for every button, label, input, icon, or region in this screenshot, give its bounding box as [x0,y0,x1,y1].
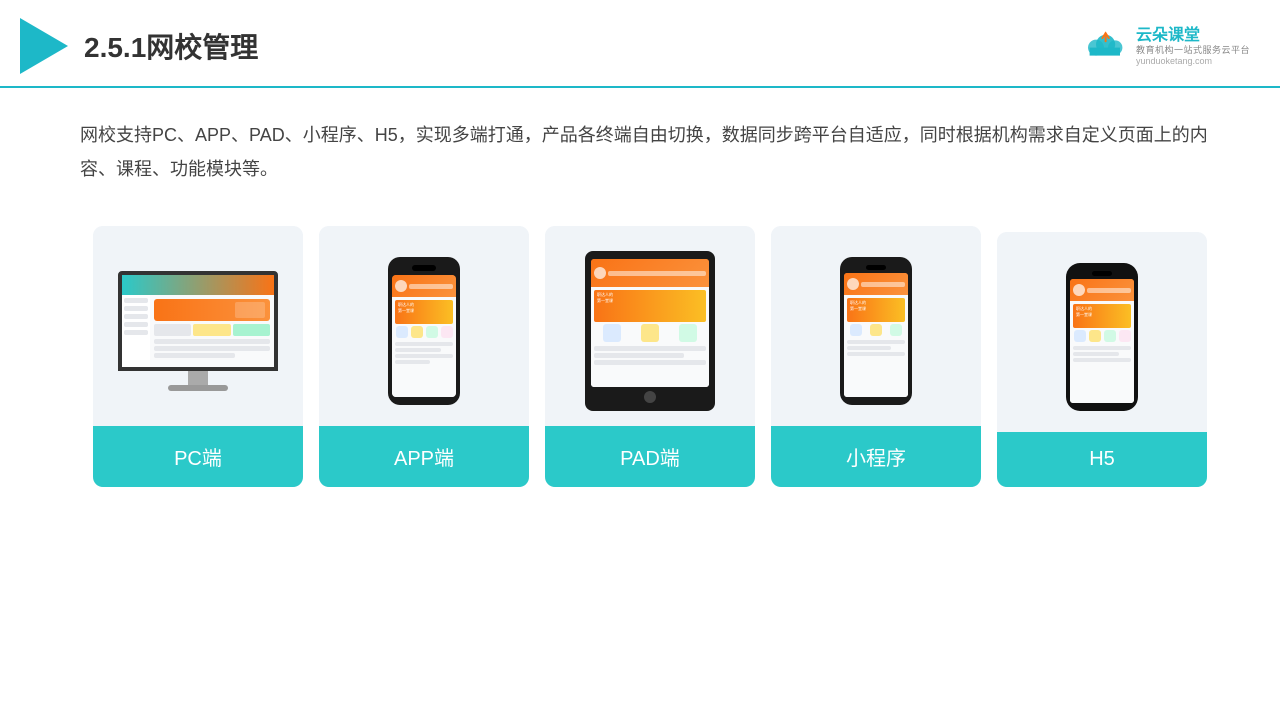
card-pc: PC端 [93,226,303,487]
card-app: APP端 [319,226,529,487]
mini-phone-device [840,257,912,405]
card-pad: PAD端 [545,226,755,487]
phone-device-app [388,257,460,405]
card-pc-label: PC端 [93,426,303,487]
logo-tagline: 教育机构一站式服务云平台 [1136,45,1250,56]
card-h5-label: H5 [997,432,1207,487]
logo-url: yunduoketang.com [1136,56,1250,67]
tablet-device [585,251,715,411]
cloud-logo-icon [1080,30,1128,62]
platform-cards: PC端 [80,226,1220,487]
card-h5: H5 [997,232,1207,487]
h5-image-area [997,232,1207,432]
logo-brand-name: 云朵课堂 [1136,26,1250,45]
pad-image-area [545,226,755,426]
header-left: 2.5.1网校管理 [20,18,258,74]
pc-monitor [118,271,278,391]
app-image-area [319,226,529,426]
h5-phone-device [1066,263,1138,411]
page-header: 2.5.1网校管理 云朵课堂 教育机构一站式服务云平台 yunduoketang… [0,0,1280,88]
card-pad-label: PAD端 [545,426,755,487]
card-miniprogram-label: 小程序 [771,426,981,487]
main-content: 网校支持PC、APP、PAD、小程序、H5，实现多端打通，产品各终端自由切换，数… [0,88,1280,507]
monitor-screen [118,271,278,371]
card-miniprogram: 小程序 [771,226,981,487]
logo-text: 云朵课堂 教育机构一站式服务云平台 yunduoketang.com [1136,26,1250,67]
logo-area: 云朵课堂 教育机构一站式服务云平台 yunduoketang.com [1080,26,1250,67]
pc-image-area [93,226,303,426]
card-app-label: APP端 [319,426,529,487]
page-title: 2.5.1网校管理 [84,26,258,66]
description-text: 网校支持PC、APP、PAD、小程序、H5，实现多端打通，产品各终端自由切换，数… [80,118,1220,186]
miniprogram-image-area [771,226,981,426]
play-icon [20,18,68,74]
